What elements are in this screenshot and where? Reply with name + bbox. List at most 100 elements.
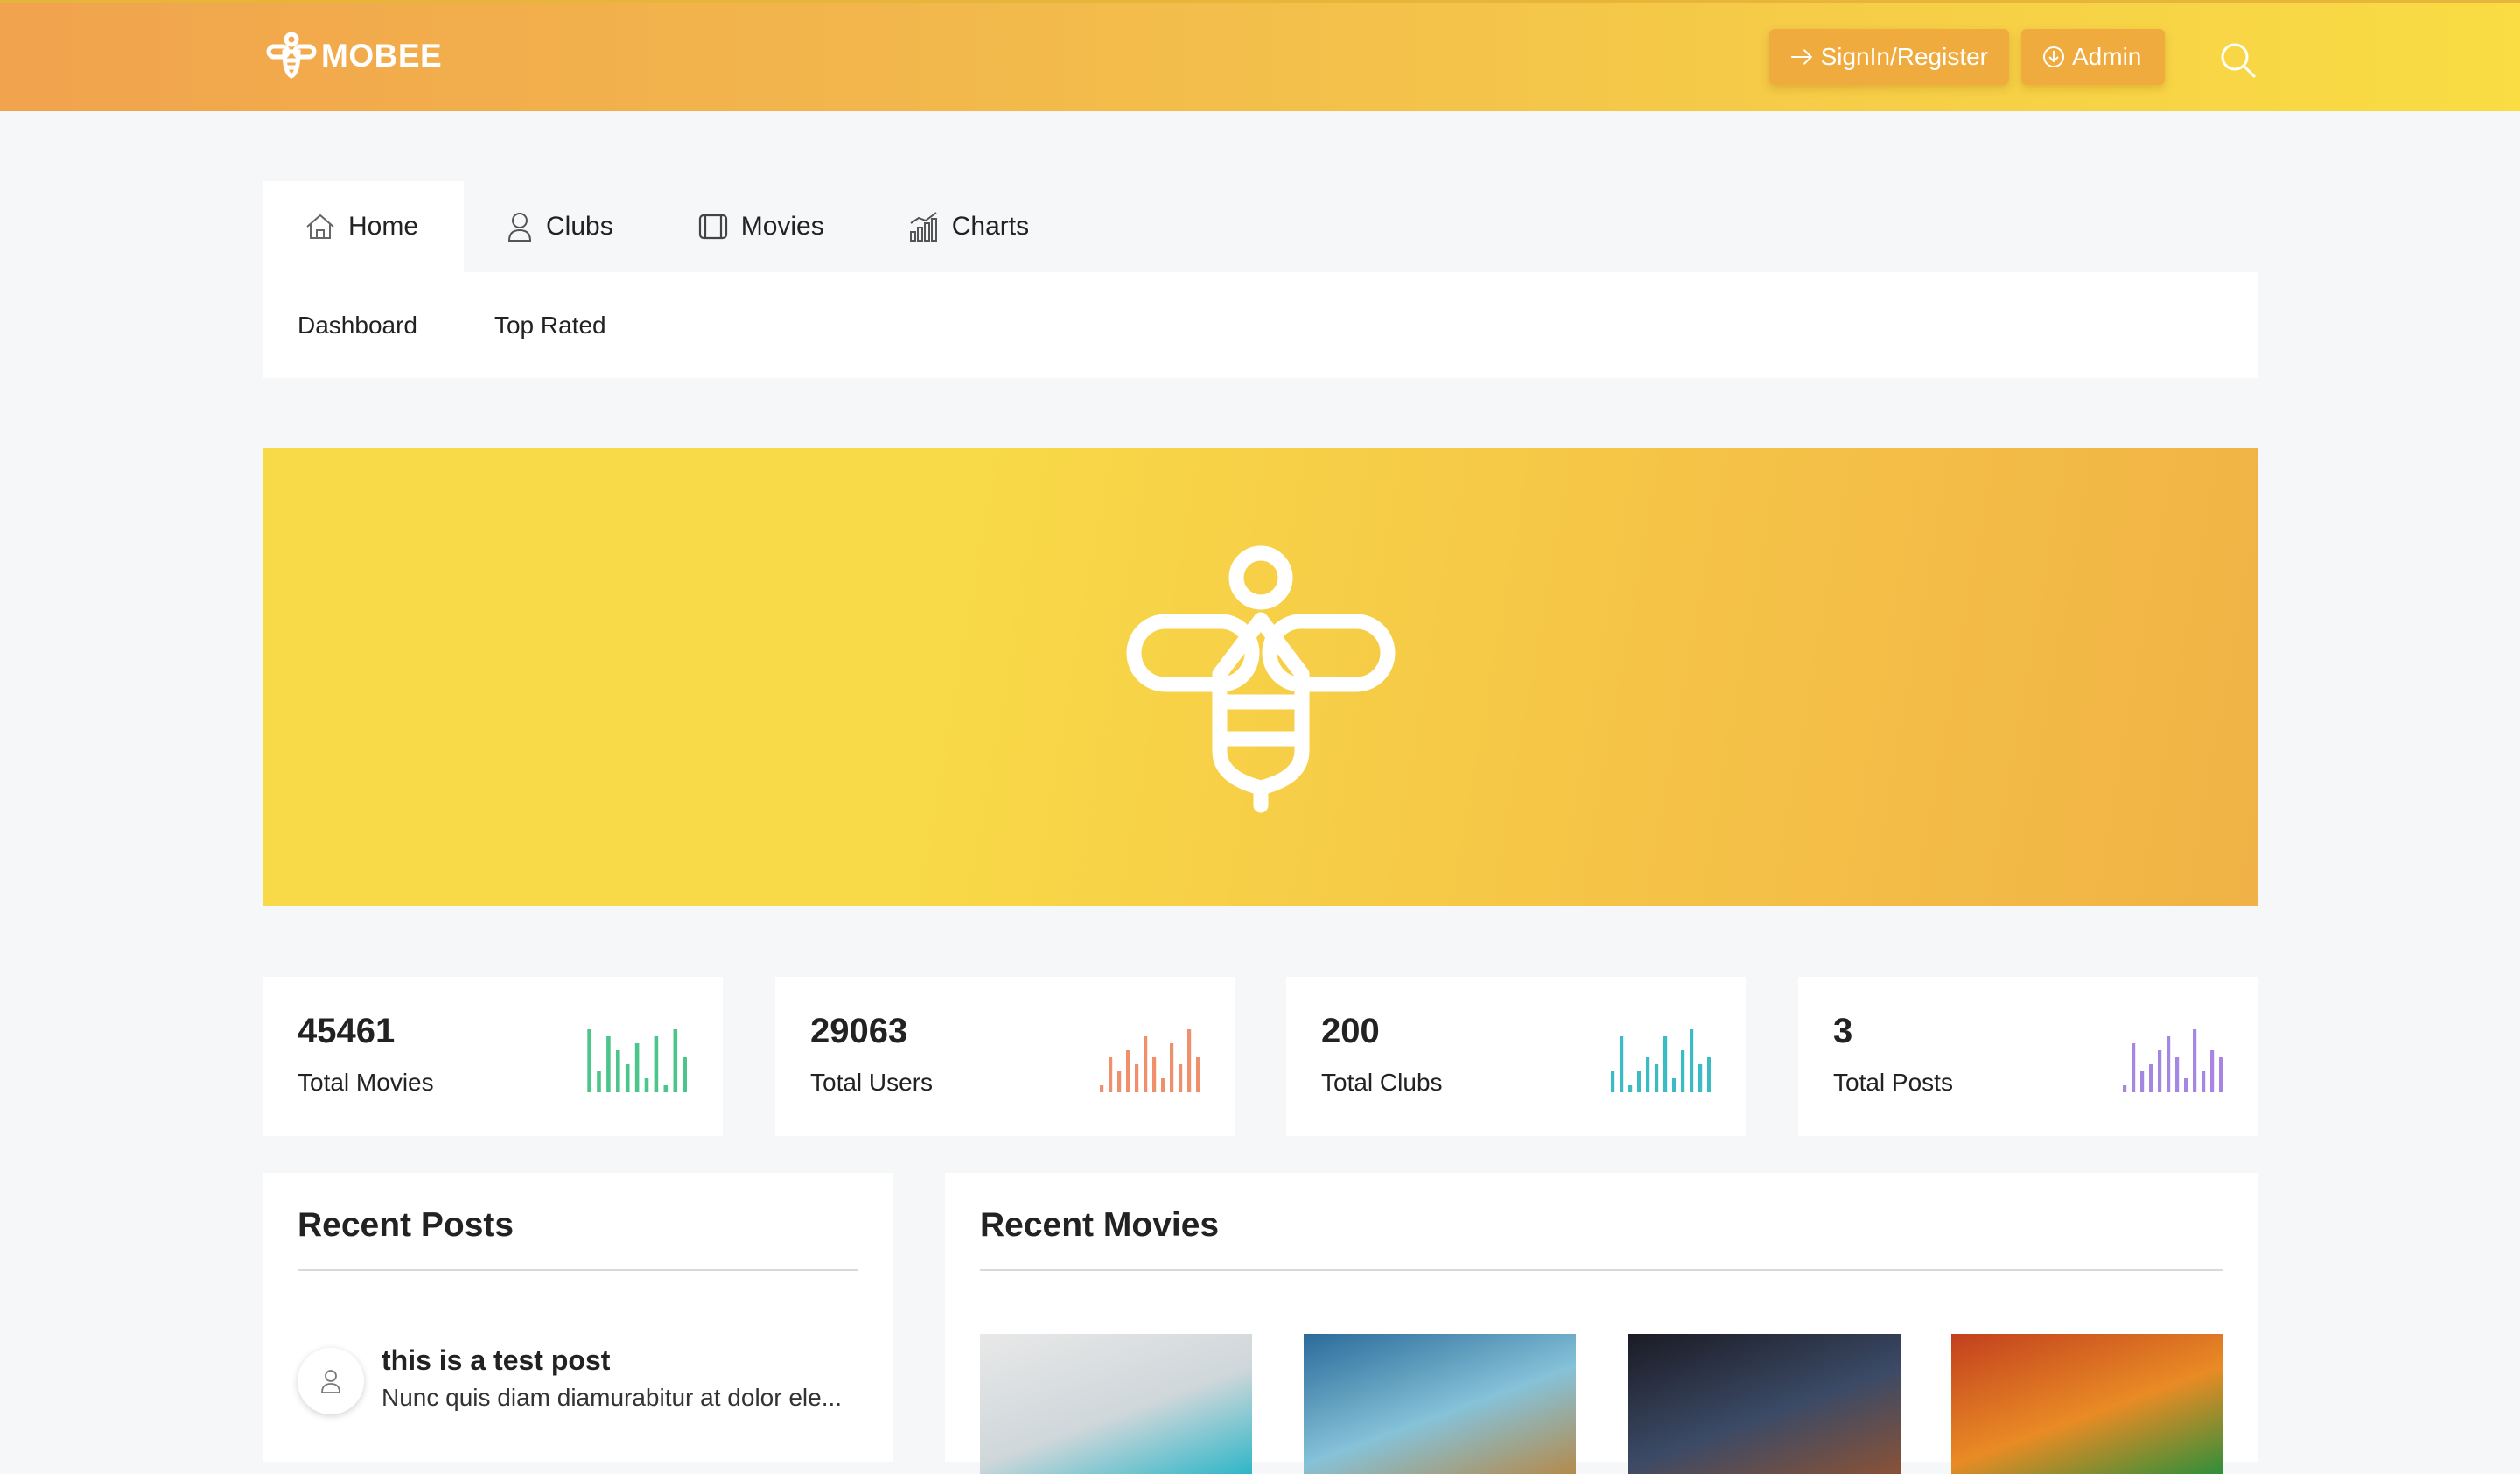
search-button[interactable]	[2219, 41, 2258, 84]
stat-label: Total Movies	[298, 1069, 434, 1096]
sparkline-bar	[2123, 1085, 2127, 1092]
stat-label: Total Posts	[1833, 1069, 1953, 1096]
sparkline-bar	[1681, 1050, 1685, 1092]
sparkline-bar	[2149, 1064, 2153, 1092]
stat-value: 45461	[298, 1012, 396, 1050]
sparkline-bar	[606, 1036, 611, 1092]
tab-movies[interactable]: Movies	[655, 181, 866, 272]
top-header: MOBEE SignIn/Register Admin	[0, 0, 2520, 111]
bee-logo-icon	[266, 32, 317, 79]
sparkline-bar	[1637, 1071, 1642, 1092]
sparkline-bar	[1100, 1085, 1104, 1092]
sparkline-bar	[2140, 1071, 2145, 1092]
post-title[interactable]: this is a test post	[382, 1344, 842, 1377]
movie-poster-2[interactable]	[1304, 1334, 1576, 1474]
sparkline-chart	[1611, 1029, 1712, 1092]
movie-poster-3[interactable]	[1628, 1334, 1900, 1474]
sparkline-bar	[1646, 1057, 1650, 1092]
tab-charts-label: Charts	[951, 212, 1030, 241]
sparkline-bar	[1611, 1071, 1615, 1092]
stat-card-posts: 3 Total Posts	[1798, 977, 2258, 1136]
sparkline-bar	[1690, 1029, 1694, 1092]
tab-clubs[interactable]: Clubs	[464, 181, 655, 272]
hero-banner	[262, 448, 2258, 906]
sparkline-bar	[1707, 1057, 1712, 1092]
divider	[298, 1269, 858, 1271]
sparkline-bar	[1161, 1078, 1166, 1092]
avatar	[298, 1348, 364, 1414]
admin-button[interactable]: Admin	[2021, 29, 2165, 85]
post-item[interactable]: this is a test post Nunc quis diam diamu…	[298, 1344, 842, 1414]
movie-poster-1[interactable]	[980, 1334, 1252, 1474]
sparkline-chart	[587, 1029, 687, 1092]
stat-card-clubs: 200 Total Clubs	[1286, 977, 1746, 1136]
stat-value: 29063	[810, 1012, 908, 1050]
sparkline-bar	[654, 1036, 659, 1092]
sparkline-bar	[1187, 1029, 1192, 1092]
user-icon	[508, 213, 532, 242]
stat-value: 200	[1321, 1012, 1380, 1050]
signin-register-button[interactable]: SignIn/Register	[1769, 29, 2009, 85]
tab-movies-label: Movies	[740, 212, 824, 241]
tab-home[interactable]: Home	[262, 181, 464, 272]
sparkline-bar	[1135, 1064, 1139, 1092]
divider	[980, 1269, 2223, 1271]
user-icon	[321, 1370, 340, 1393]
recent-movies-panel: Recent Movies	[945, 1173, 2258, 1474]
search-icon	[2221, 43, 2256, 78]
sparkline-bar	[1663, 1036, 1668, 1092]
sparkline-bar	[616, 1050, 620, 1092]
post-excerpt: Nunc quis diam diamurabitur at dolor ele…	[382, 1384, 843, 1411]
subnav-top-rated[interactable]: Top Rated	[494, 312, 606, 340]
sparkline-bar	[1117, 1071, 1122, 1092]
brand-logo[interactable]: MOBEE	[265, 31, 442, 81]
main-tabs: Home Clubs Movies Charts	[262, 181, 1071, 272]
sparkline-bar	[1196, 1057, 1200, 1092]
signin-register-label: SignIn/Register	[1820, 43, 1988, 70]
sparkline-bar	[2132, 1043, 2136, 1092]
recent-movies-title: Recent Movies	[980, 1206, 1220, 1244]
sparkline-bar	[2193, 1029, 2197, 1092]
sparkline-bar	[2166, 1036, 2171, 1092]
sparkline-chart	[2123, 1029, 2223, 1092]
sparkline-bar	[634, 1043, 640, 1092]
download-circle-icon	[2043, 46, 2064, 67]
sparkline-chart	[1100, 1029, 1200, 1092]
sparkline-bar	[1628, 1085, 1633, 1092]
movie-poster-4[interactable]	[1951, 1334, 2223, 1474]
chart-icon	[909, 212, 937, 242]
sparkline-bar	[587, 1029, 592, 1092]
sparkline-bar	[1698, 1064, 1703, 1092]
tab-charts[interactable]: Charts	[866, 181, 1071, 272]
sparkline-bar	[682, 1057, 687, 1092]
sparkline-bar	[1170, 1043, 1174, 1092]
stat-label: Total Clubs	[1321, 1069, 1443, 1096]
subnav-dashboard[interactable]: Dashboard	[298, 312, 417, 340]
recent-posts-panel: Recent Posts this is a test post Nunc qu…	[262, 1173, 892, 1462]
sparkline-bar	[597, 1071, 601, 1092]
tab-home-label: Home	[348, 212, 419, 241]
sparkline-bar	[1620, 1036, 1624, 1092]
tab-clubs-label: Clubs	[546, 212, 613, 241]
sparkline-bar	[1672, 1078, 1676, 1092]
stat-value: 3	[1833, 1012, 1853, 1050]
sparkline-bar	[1152, 1057, 1157, 1092]
admin-label: Admin	[2072, 43, 2142, 70]
sparkline-bar	[625, 1064, 630, 1092]
sparkline-bar	[2158, 1050, 2162, 1092]
stat-card-movies: 45461 Total Movies	[262, 977, 723, 1136]
bee-icon	[1126, 545, 1396, 813]
arrow-right-icon	[1790, 49, 1813, 65]
sparkline-bar	[2219, 1057, 2223, 1092]
sparkline-bar	[2175, 1057, 2180, 1092]
sparkline-bar	[1655, 1064, 1659, 1092]
sparkline-bar	[663, 1085, 668, 1092]
sparkline-bar	[2184, 1078, 2188, 1092]
sub-navigation: Dashboard Top Rated	[262, 272, 2258, 378]
sparkline-bar	[1144, 1036, 1148, 1092]
recent-posts-title: Recent Posts	[298, 1206, 514, 1244]
film-icon	[698, 214, 727, 240]
home-icon	[306, 214, 334, 239]
sparkline-bar	[2202, 1071, 2206, 1092]
sparkline-bar	[1126, 1050, 1130, 1092]
